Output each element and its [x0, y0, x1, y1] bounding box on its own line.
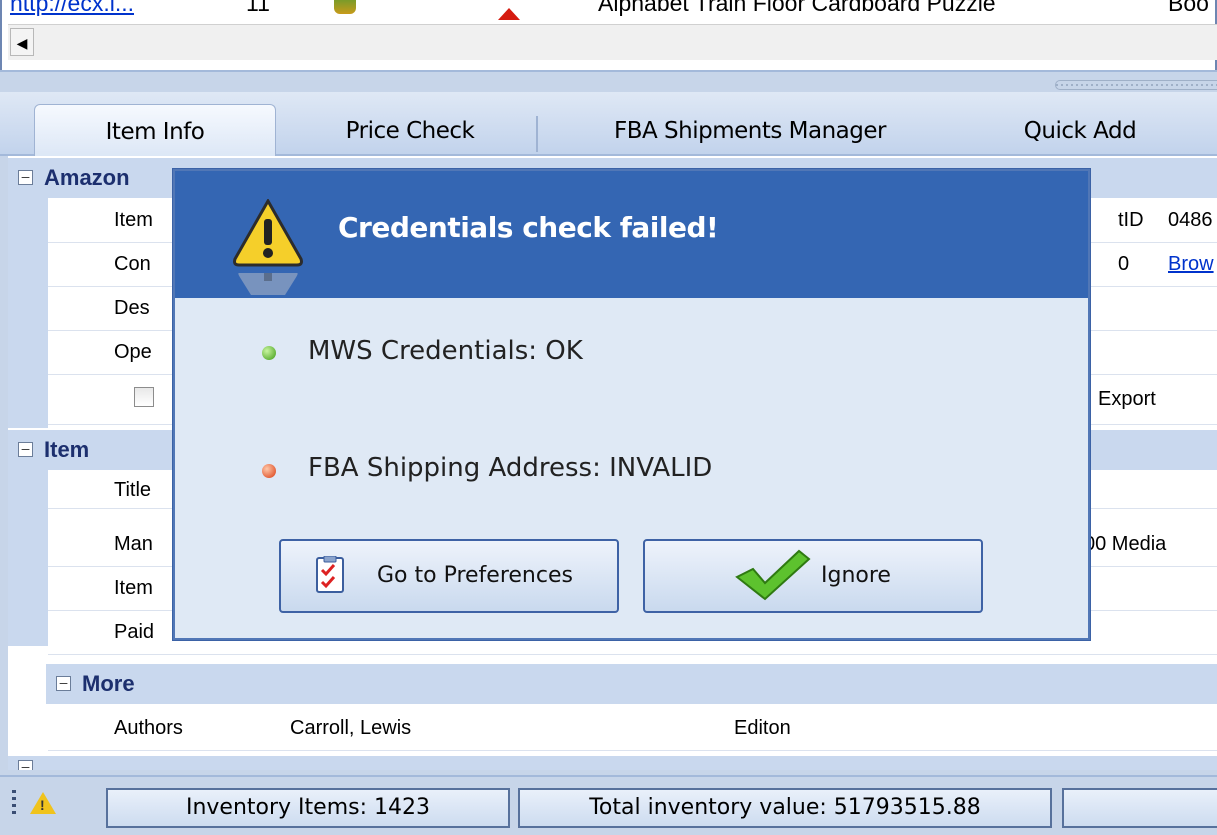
row-label: Des — [114, 297, 150, 319]
checkmark-icon — [733, 547, 813, 632]
ignore-button[interactable]: Ignore — [643, 539, 983, 613]
indent-bar — [8, 196, 48, 428]
row-label: tID — [1118, 209, 1144, 231]
row-label: Paid — [114, 621, 155, 643]
checklist-icon — [315, 555, 347, 625]
tab-separator — [536, 116, 538, 152]
collapse-icon[interactable]: – — [56, 675, 71, 691]
inventory-value-panel: Total inventory value: 51793515.88 — [518, 788, 1052, 828]
collapse-icon[interactable]: – — [18, 441, 33, 457]
tab-item-info[interactable]: Item Info — [34, 104, 276, 156]
warning-mark: ! — [40, 797, 45, 813]
collapse-icon[interactable]: – — [18, 759, 33, 770]
row-value: 00 Media — [1084, 533, 1167, 555]
row-label: Con — [114, 253, 151, 275]
item-count: 11 — [246, 0, 270, 16]
row-label: Title — [114, 479, 152, 501]
items-grid-row[interactable]: http://ecx.i... 11 Alphabet Train Floor … — [8, 0, 1217, 22]
category-availability[interactable]: – — [8, 756, 1217, 770]
indent-bar — [8, 468, 48, 646]
category-more[interactable]: – More — [46, 664, 1217, 704]
tab-price-check[interactable]: Price Check — [290, 104, 530, 156]
row-value: 0 — [1118, 253, 1130, 275]
item-image-link[interactable]: http://ecx.i... — [10, 0, 134, 15]
mws-credentials-status: MWS Credentials: OK — [308, 336, 583, 366]
category-label: More — [82, 671, 135, 696]
row-label: Item — [114, 577, 153, 599]
status-ok-icon — [262, 346, 276, 360]
category-label: Item — [44, 437, 90, 462]
row-label: Editon — [734, 717, 791, 739]
splitter[interactable] — [0, 70, 1217, 90]
ignore-label: Ignore — [821, 563, 891, 588]
row-label: Item — [114, 209, 153, 231]
go-to-preferences-label: Go to Preferences — [377, 563, 573, 588]
row-label: Ope — [114, 341, 152, 363]
inventory-items-panel: Inventory Items: 1423 — [106, 788, 510, 828]
category-label: Amazon — [44, 165, 130, 190]
row-value: Carroll, Lewis — [290, 717, 412, 739]
collapse-icon[interactable]: – — [18, 169, 33, 185]
select-checkbox[interactable] — [134, 387, 154, 407]
fba-address-status: FBA Shipping Address: INVALID — [308, 453, 713, 483]
scroll-left-icon[interactable]: ◀ — [10, 28, 34, 56]
dialog-title: Credentials check failed! — [338, 211, 719, 244]
row-label: Authors — [114, 717, 183, 739]
tab-fba-shipments-manager[interactable]: FBA Shipments Manager — [560, 104, 940, 156]
rank-down-icon — [498, 8, 520, 20]
warning-icon — [233, 197, 303, 304]
grip-icon[interactable] — [12, 790, 16, 814]
splitter-grip-icon[interactable] — [1055, 80, 1217, 90]
row-label: Man — [114, 533, 153, 555]
item-category: Boo — [1168, 0, 1209, 16]
status-invalid-icon — [262, 464, 276, 478]
export-cell[interactable]: Export — [1098, 374, 1156, 424]
browse-link[interactable]: Brow — [1168, 242, 1214, 286]
tab-quick-add[interactable]: Quick Add — [990, 104, 1170, 156]
item-title: Alphabet Train Floor Cardboard Puzzle — [598, 0, 996, 16]
row-value: 0486 — [1168, 209, 1213, 231]
status-panel — [1062, 788, 1217, 828]
go-to-preferences-button[interactable]: Go to Preferences — [279, 539, 619, 613]
horizontal-scrollbar[interactable] — [8, 24, 1217, 60]
condition-icon — [334, 0, 356, 14]
grid-row[interactable]: Authors Carroll, Lewis Editon — [48, 706, 1217, 751]
